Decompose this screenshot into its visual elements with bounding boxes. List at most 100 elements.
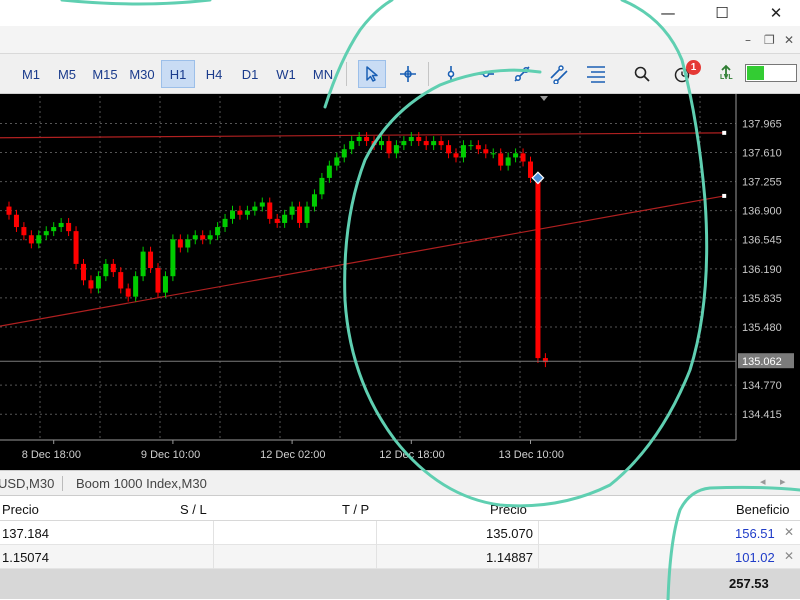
app-root: — ☐ ✕ – ❐ ✕ M1 M5 M15 M30 H1 H4 D1 W1 MN [0, 0, 800, 600]
horizontal-line-icon [478, 70, 494, 78]
price-tick-label: 136.545 [742, 235, 782, 247]
candle-body [192, 235, 198, 240]
table-row[interactable]: 137.184 135.070 156.51 ✕ [0, 521, 800, 545]
date-tick-label: 12 Dec 18:00 [379, 449, 444, 461]
price-tick-label: 136.900 [742, 206, 782, 218]
column-divider [538, 521, 539, 545]
header-price-open: Precio [2, 502, 39, 517]
candle-body [244, 210, 250, 215]
cursor-tool-button[interactable] [358, 60, 386, 88]
candle-body [259, 202, 265, 207]
candle-body [468, 145, 474, 147]
search-button[interactable] [628, 60, 656, 88]
candle-body [304, 206, 310, 223]
signal-meter [745, 64, 797, 82]
candle-body [13, 214, 19, 228]
crosshair-tool-button[interactable] [394, 60, 422, 88]
crosshair-icon [400, 66, 416, 82]
candle-body [43, 231, 49, 236]
title-bar: — ☐ ✕ [0, 0, 800, 26]
candle-body [326, 165, 332, 178]
channel-tool-button[interactable] [545, 60, 573, 88]
timeframe-h1[interactable]: H1 [161, 60, 195, 88]
candle-body [423, 141, 429, 146]
candle-body [103, 263, 109, 277]
candle-body [319, 177, 325, 195]
chart-minimize-button[interactable]: – [745, 33, 751, 47]
timeframe-w1[interactable]: W1 [269, 60, 303, 88]
candle-body [6, 206, 12, 215]
candle-body [177, 239, 183, 248]
current-price-label: 135.062 [742, 356, 782, 368]
candle-body [81, 263, 86, 281]
candle-body [460, 145, 466, 158]
chart-restore-button[interactable]: ❐ [764, 33, 775, 47]
maximize-button[interactable]: ☐ [702, 0, 742, 26]
price-tick-label: 134.415 [742, 409, 782, 421]
timeframe-m30[interactable]: M30 [124, 60, 160, 88]
notification-badge: 1 [686, 60, 701, 75]
candle-body [393, 145, 399, 154]
candle-body [371, 141, 377, 146]
horizontal-line-tool-button[interactable] [472, 60, 500, 88]
chart-close-button[interactable]: ✕ [784, 33, 794, 47]
header-sl: S / L [180, 502, 207, 517]
candle-body [274, 218, 280, 223]
timeframe-m5[interactable]: M5 [50, 60, 84, 88]
date-tick-label: 12 Dec 02:00 [260, 449, 325, 461]
candle-body [125, 288, 131, 297]
column-divider [538, 545, 539, 569]
tab-next-button[interactable]: ▸ [780, 475, 786, 488]
trendline-tool-button[interactable] [508, 60, 536, 88]
row-price-open: 137.184 [2, 526, 49, 541]
candle-body [222, 218, 228, 228]
candle-body [408, 136, 414, 142]
candle-body [289, 206, 295, 215]
candle-body [453, 153, 459, 158]
trendline-icon [514, 66, 530, 82]
candle-body [95, 276, 101, 289]
timeframe-mn[interactable]: MN [305, 60, 341, 88]
candle-body [431, 141, 437, 146]
close-button[interactable]: ✕ [756, 0, 796, 26]
timeframe-h4[interactable]: H4 [197, 60, 231, 88]
tab-separator [62, 476, 63, 491]
timeframe-d1[interactable]: D1 [233, 60, 267, 88]
signal-meter-fill [747, 66, 764, 80]
candle-body [58, 222, 64, 228]
minimize-button[interactable]: — [648, 0, 688, 26]
symbol-tab-usd[interactable]: USD,M30 [0, 476, 54, 491]
price-tick-label: 136.190 [742, 264, 782, 276]
candle-body [416, 136, 422, 142]
candle-body [110, 263, 116, 273]
price-tick-label: 137.255 [742, 177, 782, 189]
level-label: LVL [720, 74, 733, 81]
vertical-line-tool-button[interactable] [437, 60, 465, 88]
candle-body [364, 136, 370, 142]
candle-body [349, 141, 355, 150]
timeframe-m1[interactable]: M1 [14, 60, 48, 88]
candle-body [36, 235, 42, 244]
candle-body [21, 227, 27, 236]
close-position-button[interactable]: ✕ [784, 525, 794, 539]
row-profit: 156.51 [735, 526, 775, 541]
symbol-tab-boom[interactable]: Boom 1000 Index,M30 [76, 476, 207, 491]
tab-prev-button[interactable]: ◂ [760, 475, 766, 488]
candle-body [379, 141, 384, 146]
column-divider [213, 521, 214, 545]
fibonacci-tool-button[interactable] [582, 60, 610, 88]
candle-body [155, 268, 161, 293]
search-icon [634, 66, 650, 82]
table-row[interactable]: 1.15074 1.14887 101.02 ✕ [0, 545, 800, 569]
candle-body [282, 214, 288, 223]
candle-body [28, 235, 34, 244]
candle-body [334, 157, 340, 166]
column-divider [376, 545, 377, 569]
timeframe-m15[interactable]: M15 [86, 60, 124, 88]
candle-body [162, 276, 168, 293]
date-tick-label: 8 Dec 18:00 [22, 449, 81, 461]
price-chart[interactable]: 137.965 137.610 137.255 136.900 136.545 136.1… [0, 94, 800, 470]
close-position-button[interactable]: ✕ [784, 549, 794, 563]
table-header: Precio S / L T / P Precio Beneficio [0, 497, 800, 521]
candle-body [267, 202, 273, 219]
